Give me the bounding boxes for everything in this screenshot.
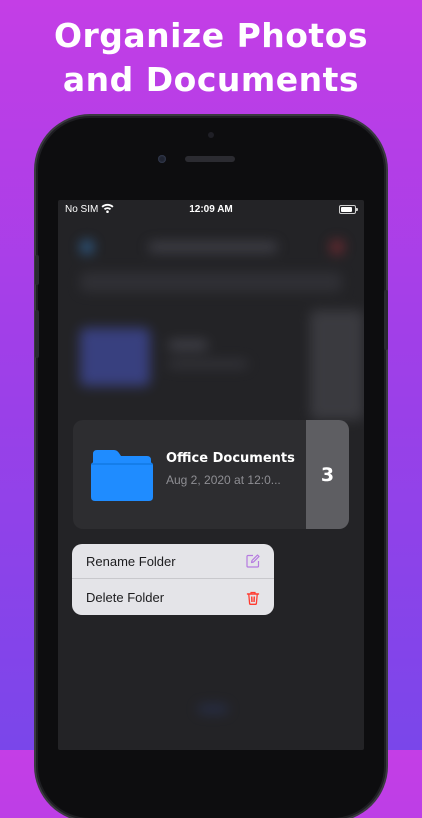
front-camera xyxy=(158,155,166,163)
rename-folder-menu-item[interactable]: Rename Folder xyxy=(72,544,274,579)
trash-icon xyxy=(246,591,260,605)
battery-icon xyxy=(339,205,358,214)
mute-switch xyxy=(35,255,39,285)
folder-card[interactable]: Office Documents Aug 2, 2020 at 12:0... … xyxy=(73,420,349,529)
folder-name: Office Documents xyxy=(166,451,295,466)
context-menu: Rename Folder Delete Folder xyxy=(72,544,274,615)
folder-icon xyxy=(91,450,153,501)
folder-date: Aug 2, 2020 at 12:0... xyxy=(166,473,281,487)
earpiece-speaker xyxy=(185,156,235,162)
volume-button xyxy=(35,310,39,358)
delete-folder-label: Delete Folder xyxy=(86,590,165,605)
headline-line-1: Organize Photos xyxy=(53,16,369,55)
rename-folder-label: Rename Folder xyxy=(86,553,176,569)
clock: 12:09 AM xyxy=(189,204,233,215)
power-button xyxy=(384,290,388,350)
phone-screen: No SIM 12:09 AM Office Documents Aug 2, … xyxy=(58,200,364,750)
edit-icon xyxy=(246,554,260,568)
item-count-badge: 3 xyxy=(306,420,349,529)
sensor-dot xyxy=(208,132,214,138)
headline-line-2: and Documents xyxy=(62,60,360,99)
promo-headline: Organize Photos and Documents xyxy=(0,14,422,102)
delete-folder-menu-item[interactable]: Delete Folder xyxy=(72,580,274,615)
status-bar: No SIM 12:09 AM xyxy=(58,200,364,220)
